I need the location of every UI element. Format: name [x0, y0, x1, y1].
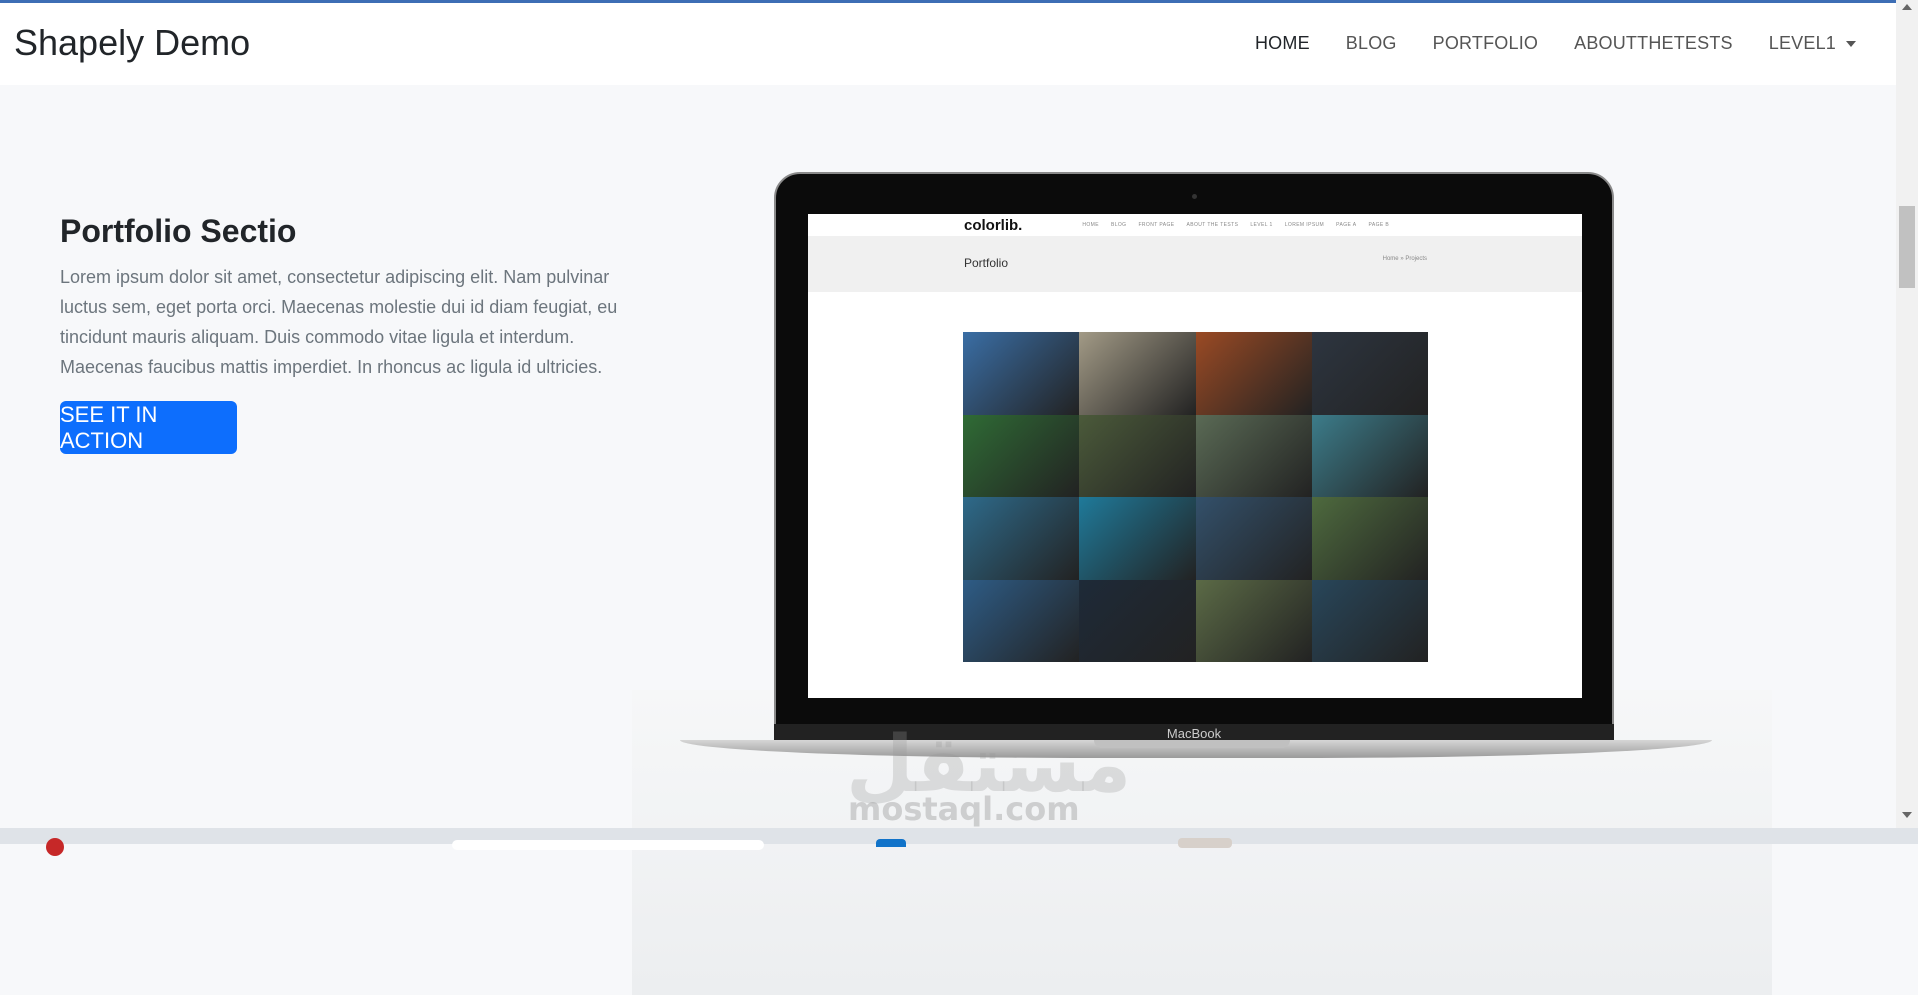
notification-icon[interactable]	[46, 838, 64, 856]
nav-item-portfolio[interactable]: PORTFOLIO	[1433, 33, 1539, 54]
laptop-lid: colorlib. HOME BLOG FRONT PAGE ABOUT THE…	[774, 172, 1614, 746]
screen-header: Portfolio Home » Projects	[808, 236, 1582, 292]
portfolio-tile	[1195, 497, 1312, 580]
see-it-in-action-button[interactable]: SEE IT IN ACTION	[60, 401, 237, 454]
screen-link: FRONT PAGE	[1138, 222, 1175, 228]
portfolio-grid	[963, 332, 1428, 662]
watermark-text: mostaql.com	[848, 790, 1080, 828]
nav-item-home[interactable]: HOME	[1255, 33, 1310, 54]
chevron-down-icon	[1846, 41, 1856, 48]
brand-logo[interactable]: Shapely Demo	[14, 22, 250, 64]
taskbar	[0, 828, 1918, 844]
portfolio-tile	[963, 497, 1080, 580]
scroll-up-icon[interactable]	[1902, 4, 1912, 10]
portfolio-tile	[1311, 414, 1428, 497]
laptop-screen: colorlib. HOME BLOG FRONT PAGE ABOUT THE…	[808, 214, 1582, 698]
nav-item-aboutthetests[interactable]: ABOUTTHETESTS	[1574, 33, 1733, 54]
screen-link: LOREM IPSUM	[1284, 222, 1325, 228]
navbar: Shapely Demo HOME BLOG PORTFOLIO ABOUTTH…	[0, 3, 1896, 85]
scroll-down-icon[interactable]	[1902, 812, 1912, 818]
laptop-mockup: colorlib. HOME BLOG FRONT PAGE ABOUT THE…	[632, 170, 1772, 995]
portfolio-tile	[1311, 579, 1428, 662]
portfolio-tile	[1079, 497, 1196, 580]
main-nav: HOME BLOG PORTFOLIO ABOUTTHETESTS LEVEL1	[1255, 33, 1856, 54]
screen-link: PAGE A	[1336, 222, 1357, 228]
screen-links: HOME BLOG FRONT PAGE ABOUT THE TESTS LEV…	[1082, 222, 1389, 228]
nav-item-blog[interactable]: BLOG	[1346, 33, 1397, 54]
portfolio-tile	[1195, 332, 1312, 415]
screen-nav: colorlib. HOME BLOG FRONT PAGE ABOUT THE…	[808, 214, 1582, 236]
portfolio-tile	[1079, 414, 1196, 497]
portfolio-tile	[1079, 579, 1196, 662]
screen-link: ABOUT THE TESTS	[1186, 222, 1239, 228]
nav-item-level1[interactable]: LEVEL1	[1769, 33, 1856, 54]
scrollbar-thumb[interactable]	[1899, 206, 1915, 288]
screen-link: BLOG	[1110, 222, 1127, 228]
portfolio-tile	[963, 414, 1080, 497]
screen-link: LEVEL 1	[1250, 222, 1273, 228]
taskbar-search[interactable]	[452, 840, 764, 850]
portfolio-tile	[1195, 414, 1312, 497]
portfolio-tile	[963, 579, 1080, 662]
avatar[interactable]	[1178, 838, 1232, 848]
nav-item-level1-label: LEVEL1	[1768, 33, 1836, 53]
portfolio-tile	[1079, 332, 1196, 415]
app-icon[interactable]	[876, 839, 906, 847]
section-title: Portfolio Sectio	[60, 213, 297, 249]
portfolio-tile	[1195, 579, 1312, 662]
screen-link: PAGE B	[1368, 222, 1390, 228]
scrollbar[interactable]	[1896, 0, 1918, 828]
portfolio-tile	[1311, 332, 1428, 415]
portfolio-tile	[1311, 497, 1428, 580]
screen-breadcrumb: Home » Projects	[1382, 256, 1427, 262]
screen-logo: colorlib.	[964, 216, 1023, 234]
camera-icon	[1192, 194, 1197, 199]
section-description: Lorem ipsum dolor sit amet, consectetur …	[60, 267, 618, 377]
screen-page-title: Portfolio	[964, 256, 1009, 270]
portfolio-tile	[963, 332, 1080, 415]
screen-link: HOME	[1082, 222, 1099, 228]
